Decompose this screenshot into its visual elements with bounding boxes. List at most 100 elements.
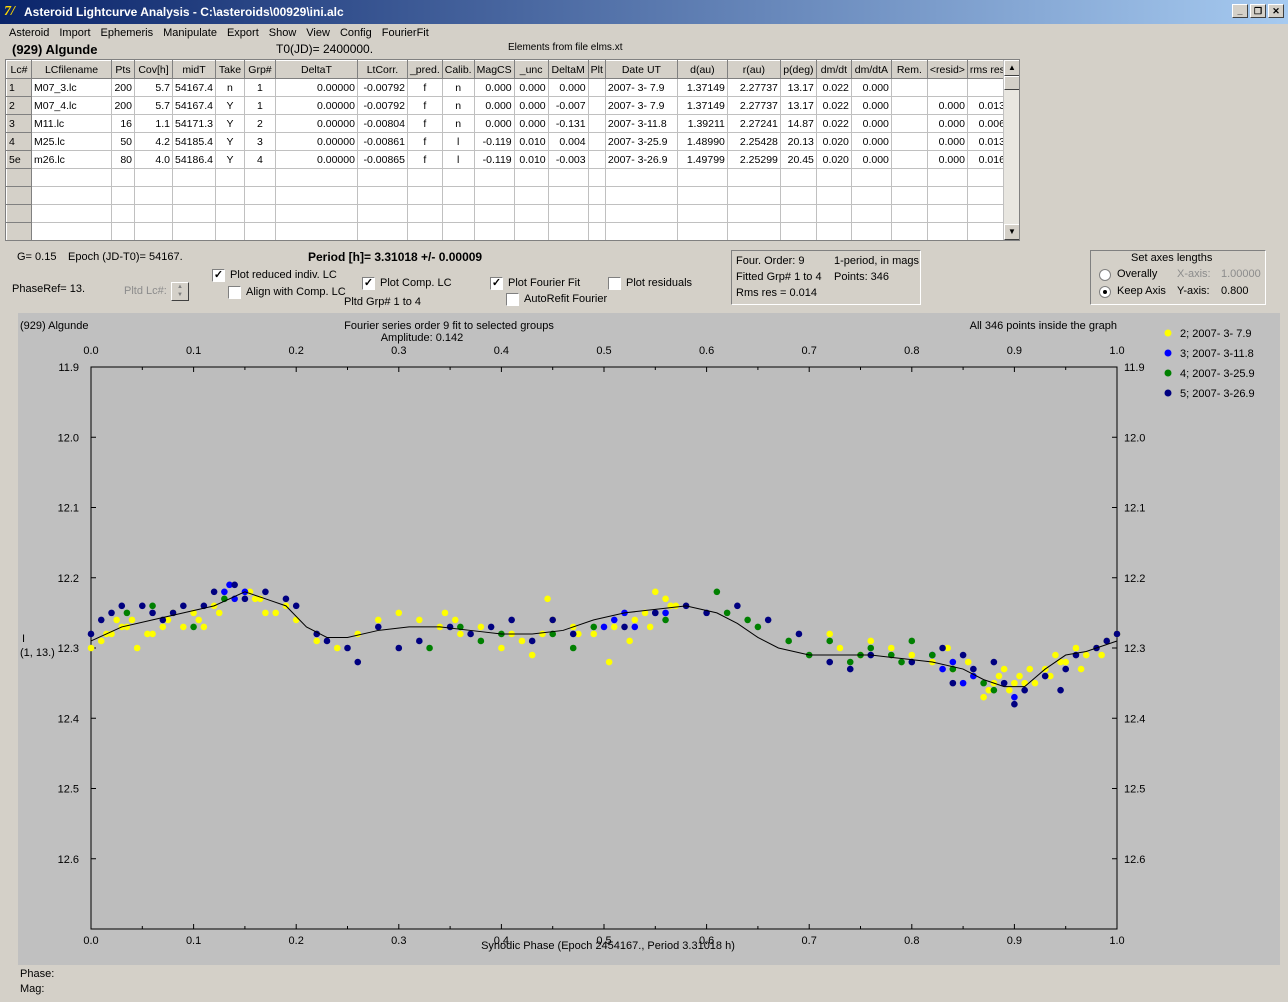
column-header[interactable]: Grp# <box>243 60 276 79</box>
table-cell[interactable] <box>604 186 678 205</box>
table-cell[interactable] <box>850 168 892 187</box>
table-cell[interactable] <box>172 168 216 187</box>
table-cell[interactable]: l <box>441 132 475 151</box>
table-cell[interactable]: -0.00865 <box>356 150 408 169</box>
table-cell[interactable] <box>406 222 443 240</box>
column-header[interactable]: Take <box>214 60 245 79</box>
table-cell[interactable] <box>31 204 112 223</box>
table-cell[interactable] <box>890 222 928 240</box>
column-header[interactable]: rms res <box>966 60 1008 79</box>
table-cell[interactable]: 0.000 <box>513 78 549 97</box>
table-cell[interactable]: Y <box>214 132 245 151</box>
table-cell[interactable]: -0.119 <box>473 132 515 151</box>
table-cell[interactable] <box>441 222 475 240</box>
table-cell[interactable] <box>274 222 358 240</box>
table-cell[interactable]: 0.022 <box>815 114 852 133</box>
table-cell[interactable] <box>926 204 968 223</box>
table-cell[interactable]: -0.003 <box>547 150 589 169</box>
table-cell[interactable]: M25.lc <box>31 132 112 151</box>
table-cell[interactable]: f <box>406 78 443 97</box>
table-cell[interactable]: 0.000 <box>473 96 515 115</box>
table-cell[interactable]: 0.00000 <box>274 150 358 169</box>
table-cell[interactable] <box>134 186 173 205</box>
table-cell[interactable] <box>547 168 589 187</box>
table-cell[interactable] <box>587 222 606 240</box>
table-cell[interactable]: M07_4.lc <box>31 96 112 115</box>
pltd-grp-label[interactable]: Pltd Grp# 1 to 4 <box>344 296 421 308</box>
table-cell[interactable]: 0.004 <box>547 132 589 151</box>
plot-residuals-checkbox[interactable] <box>608 277 621 290</box>
table-cell[interactable] <box>111 222 135 240</box>
table-cell[interactable]: n <box>214 78 245 97</box>
table-cell[interactable]: 20.13 <box>779 132 817 151</box>
table-cell[interactable] <box>214 222 245 240</box>
table-cell[interactable]: M07_3.lc <box>31 78 112 97</box>
table-cell[interactable] <box>243 222 276 240</box>
table-cell[interactable]: 80 <box>111 150 135 169</box>
table-cell[interactable] <box>966 222 1008 240</box>
table-cell[interactable] <box>587 114 606 133</box>
table-cell[interactable]: 0.000 <box>926 114 968 133</box>
table-cell[interactable] <box>890 78 928 97</box>
table-cell[interactable]: 54186.4 <box>172 150 216 169</box>
table-cell[interactable] <box>587 168 606 187</box>
table-cell[interactable]: 0.000 <box>850 150 892 169</box>
table-cell[interactable] <box>6 222 32 240</box>
yaxis-value[interactable]: 0.800 <box>1221 285 1249 297</box>
table-cell[interactable]: 2 <box>6 96 32 115</box>
table-cell[interactable]: 1 <box>243 78 276 97</box>
table-cell[interactable]: -0.119 <box>473 150 515 169</box>
table-cell[interactable]: 0.00000 <box>274 132 358 151</box>
table-cell[interactable]: 4 <box>243 150 276 169</box>
lightcurve-table[interactable]: Lc# LCfilename Pts Cov[h] midT Take Grp# DeltaT… <box>5 59 1020 241</box>
table-cell[interactable] <box>111 204 135 223</box>
table-cell[interactable]: 0.000 <box>926 96 968 115</box>
table-row[interactable]: 1 M07_3.lc 200 5.7 54167.4 n 1 0.00000 -0.00792 f… <box>6 78 1008 97</box>
lightcurve-chart[interactable]: (929) Algunde Fourier series order 9 fit… <box>18 313 1280 965</box>
table-cell[interactable]: f <box>406 114 443 133</box>
table-cell[interactable]: 13.17 <box>779 96 817 115</box>
scroll-thumb[interactable] <box>1004 76 1019 90</box>
table-cell[interactable] <box>274 204 358 223</box>
table-cell[interactable] <box>850 222 892 240</box>
table-cell[interactable]: 54171.3 <box>172 114 216 133</box>
pltd-lc-spinner[interactable]: ▲ ▼ <box>171 282 189 301</box>
table-cell[interactable]: M11.lc <box>31 114 112 133</box>
table-cell[interactable] <box>6 204 32 223</box>
table-row[interactable]: 3 M11.lc 16 1.1 54171.3 Y 2 0.00000 -0.00804 f n 0.… <box>6 114 1008 133</box>
table-row-empty[interactable] <box>6 168 1008 187</box>
table-cell[interactable]: 0.022 <box>815 78 852 97</box>
table-cell[interactable] <box>31 168 112 187</box>
table-cell[interactable] <box>779 186 817 205</box>
column-header[interactable]: DeltaM <box>547 60 589 79</box>
table-cell[interactable]: 0.020 <box>815 150 852 169</box>
table-cell[interactable] <box>779 168 817 187</box>
table-cell[interactable] <box>966 78 1008 97</box>
scroll-down-icon[interactable]: ▼ <box>1004 224 1019 240</box>
column-header[interactable]: _unc <box>513 60 549 79</box>
table-cell[interactable]: 0.000 <box>513 114 549 133</box>
table-cell[interactable] <box>441 186 475 205</box>
table-cell[interactable] <box>604 204 678 223</box>
table-cell[interactable] <box>356 168 408 187</box>
column-header[interactable]: r(au) <box>726 60 781 79</box>
table-cell[interactable] <box>926 186 968 205</box>
align-comp-checkbox[interactable] <box>228 286 241 299</box>
plot-comp-checkbox[interactable]: ✓ <box>362 277 375 290</box>
table-cell[interactable]: 0.00000 <box>274 96 358 115</box>
table-cell[interactable]: 1 <box>6 78 32 97</box>
table-cell[interactable]: n <box>441 114 475 133</box>
table-cell[interactable]: 1.49799 <box>676 150 728 169</box>
table-cell[interactable] <box>587 186 606 205</box>
column-header[interactable]: Rem. <box>890 60 928 79</box>
column-header[interactable]: Date UT <box>604 60 678 79</box>
table-cell[interactable] <box>513 186 549 205</box>
table-cell[interactable] <box>815 186 852 205</box>
table-cell[interactable] <box>356 222 408 240</box>
table-cell[interactable] <box>111 186 135 205</box>
table-cell[interactable]: 2007- 3- 7.9 <box>604 78 678 97</box>
table-cell[interactable] <box>890 114 928 133</box>
table-cell[interactable] <box>890 186 928 205</box>
table-cell[interactable] <box>214 168 245 187</box>
menu-show[interactable]: Show <box>264 27 302 39</box>
